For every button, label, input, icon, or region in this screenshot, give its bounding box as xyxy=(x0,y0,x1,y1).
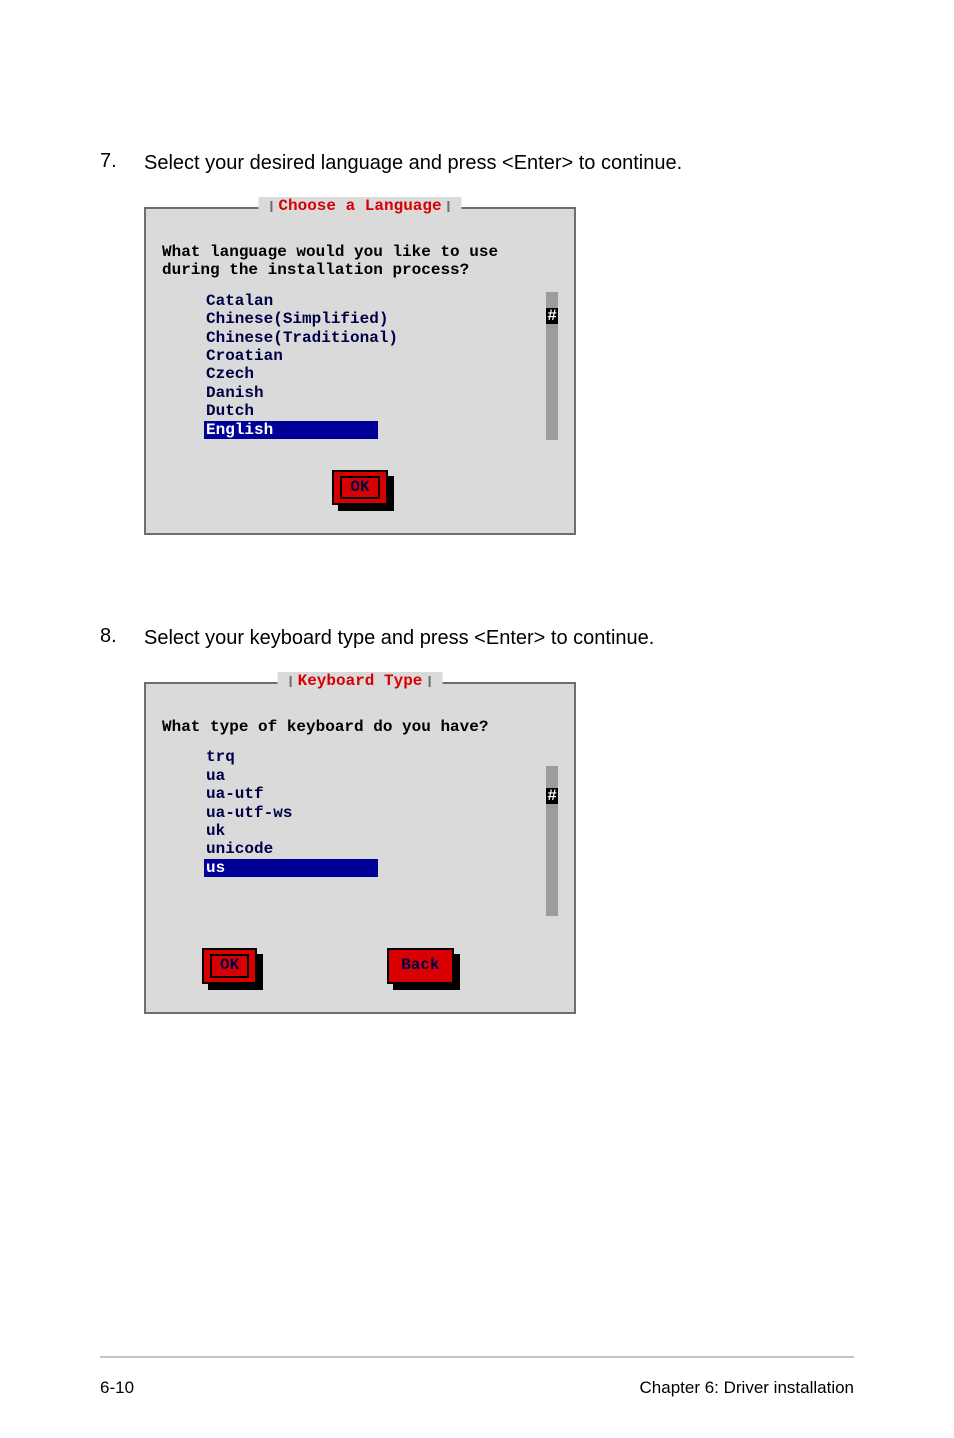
keyboard-list[interactable]: trq ua ua-utf ua-utf-ws uk unicode us xyxy=(162,748,378,895)
footer-divider xyxy=(100,1356,854,1358)
list-item[interactable]: ua xyxy=(204,767,378,785)
step-text: Select your desired language and press <… xyxy=(144,150,682,177)
title-tick-icon xyxy=(270,201,272,212)
keyboard-dialog-title-bar: Keyboard Type xyxy=(278,672,443,690)
list-item[interactable]: Chinese(Simplified) xyxy=(204,310,400,328)
list-item-selected[interactable]: us xyxy=(204,859,378,877)
step-text: Select your keyboard type and press <Ent… xyxy=(144,625,654,652)
list-item-selected[interactable]: English xyxy=(204,421,378,439)
list-item[interactable]: uk xyxy=(204,822,378,840)
list-item[interactable]: Czech xyxy=(204,365,400,383)
list-item[interactable]: Croatian xyxy=(204,347,400,365)
back-button[interactable]: Back xyxy=(387,948,453,983)
ok-button[interactable]: OK xyxy=(202,948,257,983)
list-item[interactable]: trq xyxy=(204,748,378,766)
ok-button[interactable]: OK xyxy=(332,470,387,505)
document-page: 7. Select your desired language and pres… xyxy=(0,0,954,1438)
language-dialog: Choose a Language What language would yo… xyxy=(144,207,576,535)
title-tick-icon xyxy=(428,676,430,687)
scrollbar-thumb[interactable]: # xyxy=(546,308,558,324)
keyboard-prompt: What type of keyboard do you have? xyxy=(162,718,558,736)
list-item[interactable]: ua-utf xyxy=(204,785,378,803)
step-7: 7. Select your desired language and pres… xyxy=(100,150,854,177)
language-dialog-title: Choose a Language xyxy=(278,197,441,215)
title-tick-icon xyxy=(290,676,292,687)
list-item[interactable]: Dutch xyxy=(204,402,400,420)
back-button-label: Back xyxy=(395,954,445,977)
page-number: 6-10 xyxy=(100,1378,134,1398)
scrollbar[interactable]: # xyxy=(546,766,558,916)
scrollbar-thumb[interactable]: # xyxy=(546,788,558,804)
list-item[interactable]: Chinese(Traditional) xyxy=(204,329,400,347)
step-number: 8. xyxy=(100,625,144,648)
list-item[interactable]: unicode xyxy=(204,840,378,858)
list-item[interactable]: Danish xyxy=(204,384,400,402)
keyboard-dialog: Keyboard Type What type of keyboard do y… xyxy=(144,682,576,1014)
list-item[interactable]: Catalan xyxy=(204,292,400,310)
step-8: 8. Select your keyboard type and press <… xyxy=(100,625,854,652)
step-number: 7. xyxy=(100,150,144,173)
language-dialog-wrap: Choose a Language What language would yo… xyxy=(144,207,854,535)
title-tick-icon xyxy=(448,201,450,212)
page-footer: 6-10 Chapter 6: Driver installation xyxy=(100,1378,854,1398)
language-prompt: What language would you like to use duri… xyxy=(162,243,558,280)
language-list[interactable]: Catalan Chinese(Simplified) Chinese(Trad… xyxy=(162,292,400,439)
language-dialog-title-bar: Choose a Language xyxy=(258,197,461,215)
chapter-title: Chapter 6: Driver installation xyxy=(640,1378,854,1398)
ok-button-label: OK xyxy=(210,954,249,977)
keyboard-dialog-title: Keyboard Type xyxy=(298,672,423,690)
ok-button-label: OK xyxy=(340,476,379,499)
list-item[interactable]: ua-utf-ws xyxy=(204,804,378,822)
keyboard-dialog-wrap: Keyboard Type What type of keyboard do y… xyxy=(144,682,854,1014)
scrollbar[interactable]: # xyxy=(546,292,558,440)
